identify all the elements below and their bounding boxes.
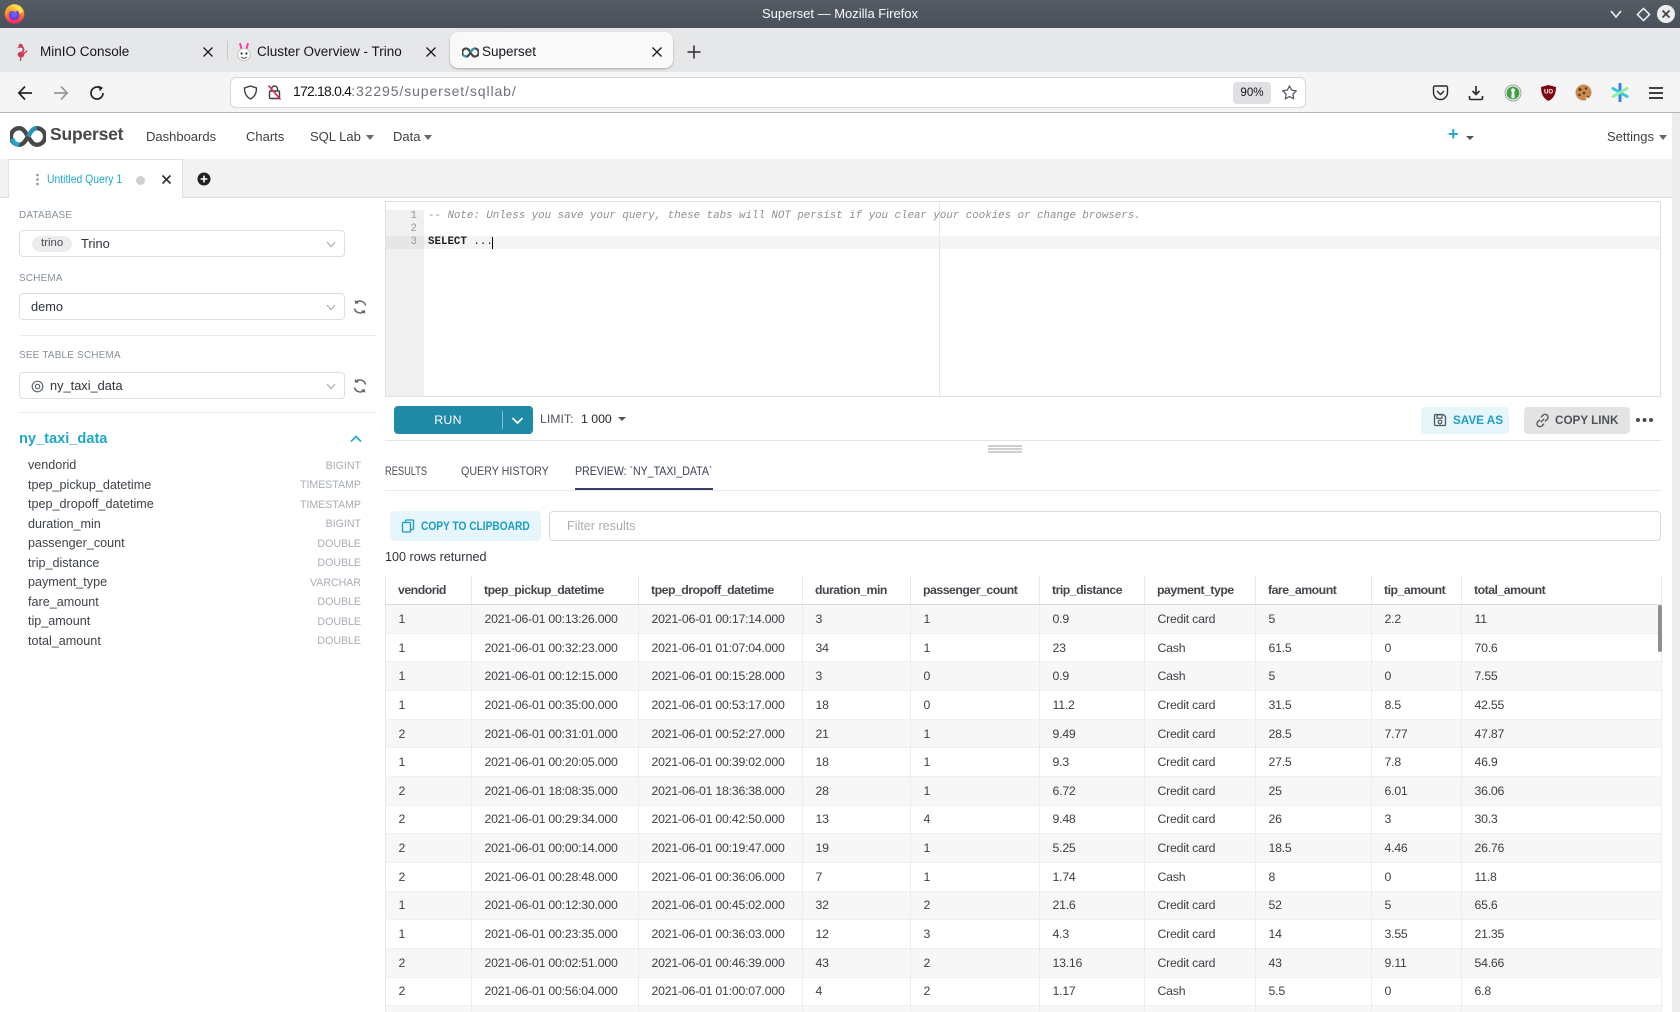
svg-text:UO: UO [1544, 90, 1553, 96]
